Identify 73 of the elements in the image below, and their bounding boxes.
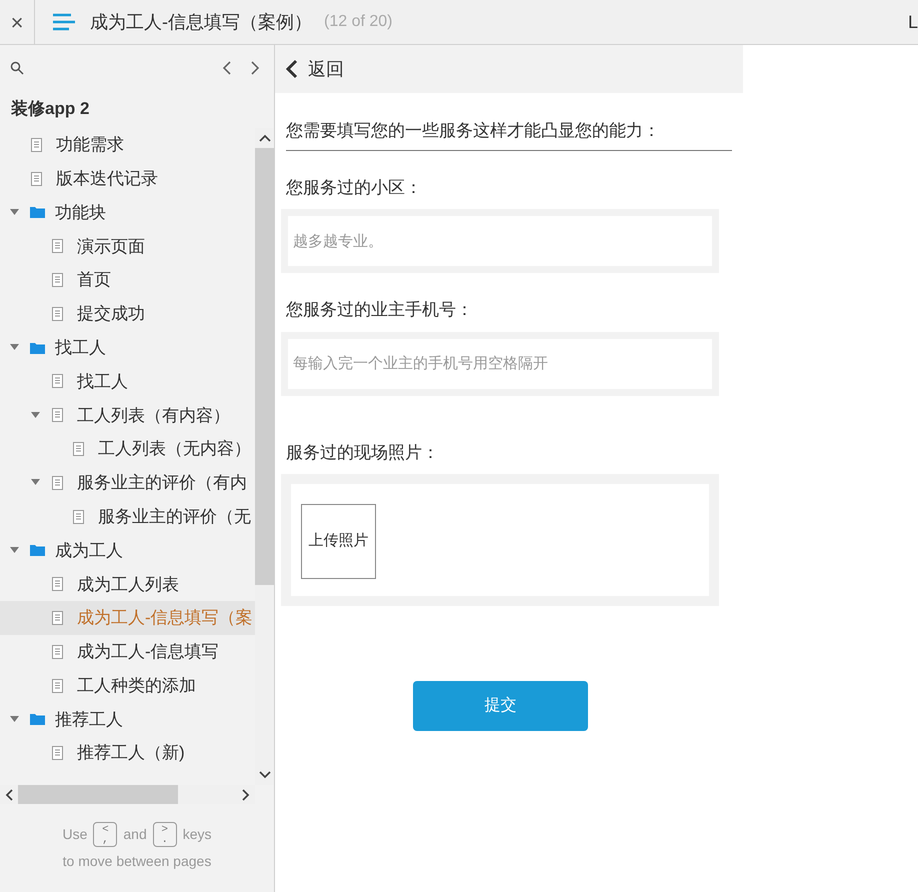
tree-item[interactable]: 推荐工人（新)	[0, 736, 255, 770]
field-label: 服务过的现场照片：	[286, 442, 440, 464]
scrollbar-thumb[interactable]	[255, 148, 274, 585]
expanded-triangle-icon[interactable]	[10, 546, 19, 554]
page-icon	[52, 476, 63, 490]
page-icon	[52, 239, 63, 254]
key-cap: < ,	[93, 822, 118, 847]
page-icon	[52, 408, 63, 422]
tree-item[interactable]: 找工人	[0, 330, 255, 365]
scroll-down-icon[interactable]	[258, 771, 270, 779]
scroll-right-icon[interactable]	[242, 788, 250, 800]
back-bar[interactable]: 返回	[275, 45, 743, 93]
folder-icon	[30, 544, 45, 556]
tree-item[interactable]: 找工人	[0, 364, 255, 398]
page-icon	[52, 644, 63, 659]
tree-item[interactable]: 功能需求	[0, 128, 255, 162]
tree-item[interactable]: 服务业主的评价（有内	[0, 466, 255, 500]
tree-item[interactable]: 成为工人	[0, 534, 255, 568]
page-count: (12 of 20)	[324, 12, 392, 32]
tree-item[interactable]: 成为工人-信息填写	[0, 634, 255, 669]
project-title: 装修app 2	[10, 98, 90, 120]
expanded-triangle-icon[interactable]	[10, 716, 19, 723]
page-icon	[31, 138, 42, 152]
tree-item[interactable]: 服务业主的评价（无	[0, 500, 255, 534]
tree-item[interactable]: 工人列表（无内容）	[0, 432, 255, 466]
key-cap: > .	[152, 822, 177, 847]
next-page-icon[interactable]	[251, 60, 260, 74]
page-icon	[52, 678, 63, 693]
back-chevron-icon[interactable]	[286, 59, 298, 79]
scroll-left-icon[interactable]	[5, 788, 13, 800]
tree-item[interactable]: 演示页面	[0, 229, 255, 264]
folder-icon	[30, 342, 45, 354]
upload-photo-button[interactable]: 上传照片	[301, 504, 376, 579]
previous-page-icon[interactable]	[222, 60, 231, 74]
tree-item[interactable]: 成为工人列表	[0, 567, 255, 602]
page-icon	[73, 442, 84, 456]
hint-text: keys	[182, 825, 212, 844]
page-icon	[73, 510, 84, 524]
tree-item[interactable]: 版本迭代记录	[0, 162, 255, 196]
input-field[interactable]: 每输入完一个业主的手机号用空格隔开	[281, 332, 719, 396]
header-text: L	[908, 10, 918, 34]
tree-item[interactable]: 首页	[0, 263, 255, 297]
intro-text: 您需要填写您的一些服务这样才能凸显您的能力：	[286, 93, 732, 150]
close-button[interactable]: ×	[0, 0, 35, 44]
expanded-triangle-icon[interactable]	[10, 344, 19, 352]
menu-icon[interactable]	[53, 13, 75, 31]
field-label: 您服务过的业主手机号：	[286, 299, 474, 321]
hint-text: and	[123, 825, 147, 844]
page-icon	[52, 273, 63, 288]
folder-icon	[30, 713, 45, 726]
page-icon	[52, 611, 63, 626]
page-icon	[52, 306, 63, 321]
page-title: 成为工人-信息填写（案例）	[90, 10, 312, 34]
scroll-up-icon[interactable]	[258, 134, 270, 142]
page-icon	[52, 577, 63, 592]
tree-item[interactable]: 提交成功	[0, 296, 255, 331]
expanded-triangle-icon[interactable]	[31, 412, 40, 419]
page-icon	[31, 172, 42, 186]
tree-item[interactable]: 功能块	[0, 196, 255, 230]
folder-icon	[30, 206, 45, 218]
hint-text: to move between pages	[62, 852, 212, 871]
expanded-triangle-icon[interactable]	[31, 479, 40, 486]
tree-item[interactable]: 推荐工人	[0, 702, 255, 736]
tree-item[interactable]: 工人种类的添加	[0, 668, 255, 703]
scrollbar-thumb[interactable]	[18, 785, 178, 804]
search-icon[interactable]	[10, 60, 24, 74]
tree-item[interactable]: 工人列表（有内容）	[0, 398, 255, 432]
page-icon	[52, 374, 63, 388]
expanded-triangle-icon[interactable]	[10, 208, 19, 216]
hint-text: Use	[62, 825, 88, 844]
field-label: 您服务过的小区：	[286, 176, 423, 198]
page-icon	[52, 746, 63, 760]
input-field[interactable]: 越多越专业。	[281, 209, 719, 273]
